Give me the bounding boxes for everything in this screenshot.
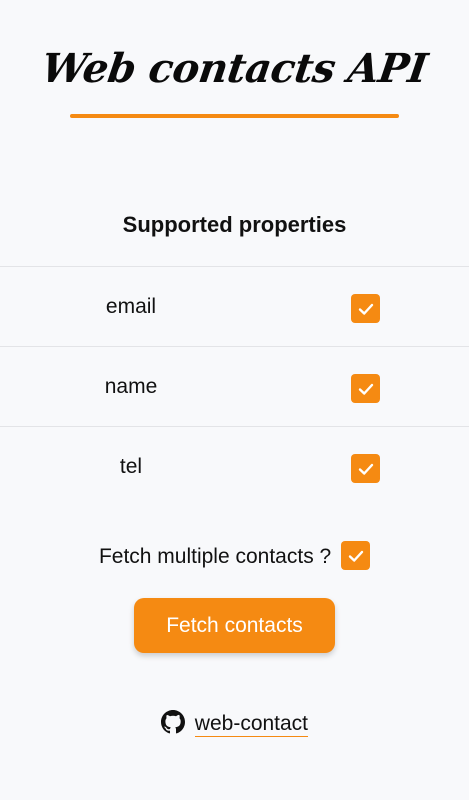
multiple-contacts-option: Fetch multiple contacts ?	[0, 541, 469, 570]
property-row-tel: tel	[0, 426, 469, 506]
tel-checkbox[interactable]	[351, 454, 380, 483]
name-checkbox[interactable]	[351, 374, 380, 403]
checkmark-icon	[358, 383, 373, 395]
checkmark-icon	[348, 550, 363, 562]
properties-heading: Supported properties	[122, 212, 347, 237]
page-title: Web contacts API	[38, 45, 431, 92]
checkmark-icon	[358, 463, 373, 475]
email-checkbox[interactable]	[351, 294, 380, 323]
property-row-email: email	[0, 266, 469, 346]
property-label-tel: tel	[119, 455, 143, 478]
app-header: Web contacts API	[0, 45, 469, 92]
checkmark-icon	[358, 303, 373, 315]
web-contact-link[interactable]: web-contact	[194, 712, 309, 737]
fetch-contacts-button[interactable]: Fetch contacts	[134, 598, 335, 653]
multiple-contacts-checkbox[interactable]	[341, 541, 371, 570]
github-icon	[160, 710, 185, 734]
property-label-name: name	[104, 375, 158, 398]
title-underline	[70, 114, 399, 118]
properties-list: email name tel	[0, 266, 469, 506]
footer: web-contact	[0, 710, 469, 737]
multiple-contacts-label: Fetch multiple contacts ?	[98, 545, 332, 569]
property-label-email: email	[105, 295, 157, 318]
property-row-name: name	[0, 346, 469, 426]
